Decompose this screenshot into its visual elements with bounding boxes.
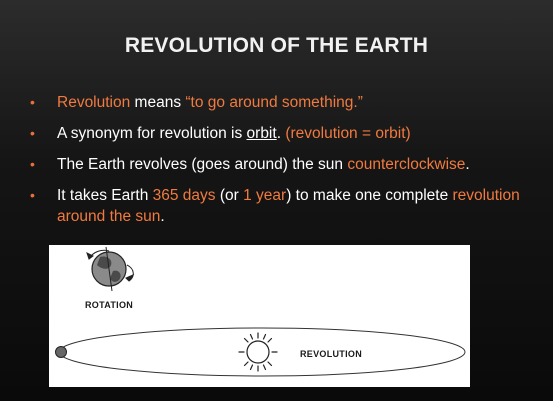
bullet-list: • Revolution means “to go around somethi… <box>30 92 535 237</box>
bullet-text-highlight: 1 year <box>243 187 287 204</box>
bullet-icon: • <box>30 94 35 110</box>
bullet-item: • Revolution means “to go around somethi… <box>30 92 535 113</box>
bullet-item: • A synonym for revolution is orbit. (re… <box>30 123 535 144</box>
bullet-text: The Earth revolves (goes around) the sun <box>57 156 348 173</box>
bullet-icon: • <box>30 125 35 141</box>
bullet-text-highlight: Revolution <box>57 94 131 111</box>
diagram-drawing <box>55 246 466 377</box>
earth-dot-icon <box>55 346 67 358</box>
bullet-item: • The Earth revolves (goes around) the s… <box>30 154 535 175</box>
sun-icon <box>238 332 278 372</box>
rotation-label: ROTATION <box>85 300 134 310</box>
bullet-text-highlight: (revolution = orbit) <box>285 125 411 142</box>
bullet-text: means <box>130 94 186 111</box>
bullet-text-highlight: 365 days <box>152 187 216 204</box>
bullet-text-highlight: “to go around something.” <box>185 94 363 111</box>
bullet-item: • It takes Earth 365 days (or 1 year) to… <box>30 185 535 227</box>
earth-globe-icon <box>91 246 127 292</box>
bullet-icon: • <box>30 156 35 172</box>
bullet-text-underlined: orbit <box>246 125 277 142</box>
slide-title: REVOLUTION OF THE EARTH <box>124 34 429 57</box>
bullet-text: . <box>465 156 470 173</box>
bullet-text: It takes Earth <box>57 187 153 204</box>
revolution-diagram: ROTATION REVOLUTION <box>49 245 470 387</box>
bullet-text: ) to make one complete <box>286 187 453 204</box>
bullet-icon: • <box>30 187 35 203</box>
bullet-text: A synonym for revolution is <box>57 125 247 142</box>
bullet-text-highlight: counterclockwise <box>347 156 466 173</box>
revolution-label: REVOLUTION <box>300 349 363 359</box>
bullet-text: . <box>160 208 165 225</box>
bullet-text: (or <box>215 187 244 204</box>
